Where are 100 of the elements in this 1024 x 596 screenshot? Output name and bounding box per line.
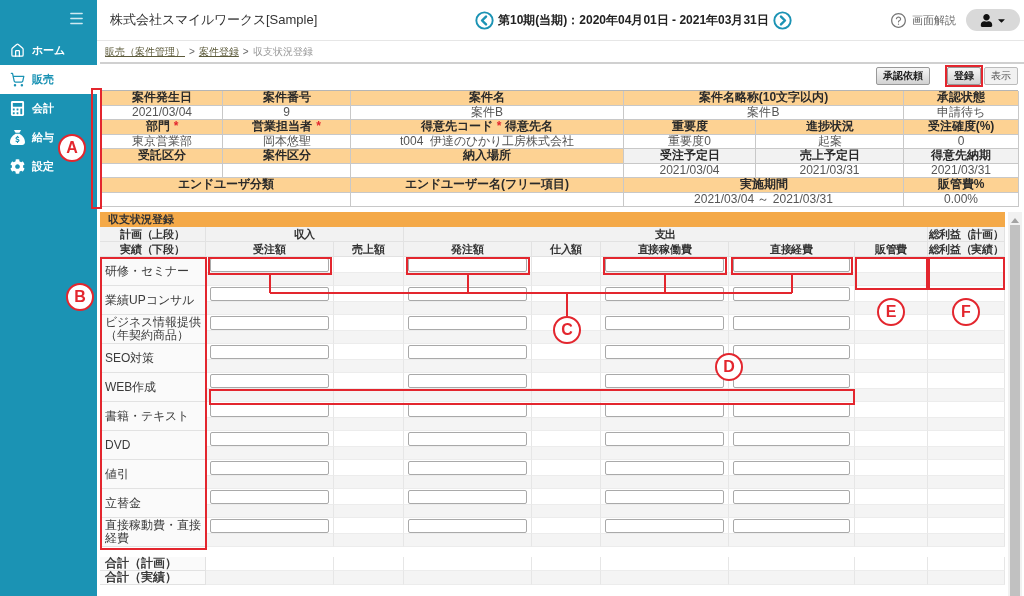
input-field[interactable] [210, 519, 329, 533]
table-header-cell: 売上額 [334, 242, 404, 257]
input-field[interactable] [733, 287, 850, 301]
table-cell [334, 331, 404, 344]
table-cell [532, 505, 601, 518]
input-field[interactable] [605, 345, 724, 359]
table-header-cell: 仕入額 [532, 242, 601, 257]
input-field[interactable] [210, 345, 329, 359]
view-button[interactable]: 表示 [984, 67, 1018, 85]
required-mark: * [173, 120, 179, 134]
input-field[interactable] [605, 316, 724, 330]
input-field[interactable] [733, 316, 850, 330]
row-label: ビジネス情報提供（年契約商品） [100, 315, 206, 344]
table-header-cell: 直接稼働費 [601, 242, 729, 257]
approval-request-button[interactable]: 承認依頼 [876, 67, 930, 85]
table-header-cell: 承認状態 [904, 91, 1019, 106]
next-period-button[interactable] [772, 10, 792, 30]
input-field[interactable] [210, 374, 329, 388]
chevron-right-icon [772, 10, 792, 30]
input-field[interactable] [733, 432, 850, 446]
input-field[interactable] [210, 461, 329, 475]
help-button[interactable]: 画面解説 [890, 11, 956, 29]
table-header-cell: 案件名 [351, 91, 624, 106]
input-field[interactable] [733, 374, 850, 388]
row-label: 合計（実績） [100, 571, 206, 585]
row-label: DVD [100, 431, 206, 460]
cart-icon [10, 72, 25, 87]
table-cell [532, 534, 601, 547]
input-field[interactable] [210, 432, 329, 446]
help-icon [890, 11, 907, 29]
table-header-cell: 案件名略称(10文字以内) [624, 91, 904, 106]
table-header-cell: 直接経費 [729, 242, 855, 257]
input-field[interactable] [733, 519, 850, 533]
column-label: 部門 [145, 120, 170, 134]
table-header-cell: 進捗状況 [756, 120, 904, 135]
person-icon [979, 13, 993, 27]
table-cell [334, 360, 404, 373]
sidebar-item[interactable]: 設定 [0, 152, 57, 181]
input-field[interactable] [408, 345, 527, 359]
table-header-cell: 納入場所 [351, 149, 624, 164]
input-field[interactable] [408, 374, 527, 388]
input-field[interactable] [733, 345, 850, 359]
home-icon [10, 43, 25, 58]
table-cell [334, 447, 404, 460]
table-header-cell: 受注額 [206, 242, 334, 257]
user-menu-button[interactable] [966, 9, 1020, 31]
breadcrumb-current: 収支状況登録 [252, 44, 313, 59]
table-header-cell: 販管費% [904, 178, 1019, 193]
table-cell [532, 447, 601, 460]
input-field[interactable] [408, 519, 527, 533]
input-field[interactable] [605, 490, 724, 504]
input-field[interactable] [605, 519, 724, 533]
table-header-cell: 案件番号 [223, 91, 351, 106]
table-cell [334, 557, 404, 571]
table-cell [532, 557, 601, 571]
register-button[interactable]: 登録 [947, 67, 981, 85]
table-header-cell: 案件区分 [223, 149, 351, 164]
previous-period-button[interactable] [475, 10, 494, 30]
scroll-up-icon[interactable] [1011, 218, 1019, 223]
breadcrumb-link[interactable]: 案件登録 [198, 44, 239, 59]
table-header-cell: 受注予定日 [624, 149, 756, 164]
column-label: 得意先名 [505, 120, 554, 134]
table-cell [334, 534, 404, 547]
table-header-cell: エンドユーザー名(フリー項目) [351, 178, 624, 193]
input-field[interactable] [733, 490, 850, 504]
table-header-cell: 売上予定日 [756, 149, 904, 164]
table-header-cell: 総利益（実績） [928, 242, 1005, 257]
input-field[interactable] [605, 432, 724, 446]
table-header-cell: 総利益（計画） [928, 227, 1005, 242]
input-field[interactable] [210, 287, 329, 301]
required-mark: * [316, 120, 321, 134]
money-bag-icon [10, 130, 25, 145]
breadcrumb-link[interactable]: 販売（案件管理） [105, 44, 185, 59]
table-header-cell: 実施期間 [624, 178, 904, 193]
input-field[interactable] [408, 432, 527, 446]
table-header-cell: 案件発生日 [102, 91, 223, 106]
scrollbar-thumb[interactable] [1010, 225, 1020, 596]
fiscal-period: 第10期(当期)：2020年04月01日 - 2021年03月31日 [498, 11, 769, 29]
input-field[interactable] [605, 461, 724, 475]
input-field[interactable] [733, 461, 850, 475]
sidebar-item[interactable]: ホーム [0, 36, 68, 65]
input-field[interactable] [210, 490, 329, 504]
input-field[interactable] [408, 461, 527, 475]
input-field[interactable] [408, 490, 527, 504]
sidebar-item[interactable]: 給与 [0, 123, 57, 152]
company-name: 株式会社スマイルワークス[Sample] [110, 11, 319, 29]
sidebar-item[interactable]: 会計 [0, 94, 57, 123]
scrollbar[interactable] [1008, 212, 1022, 596]
input-field[interactable] [210, 316, 329, 330]
table-header-cell: 計画（上段） [100, 227, 206, 242]
input-field[interactable] [605, 374, 724, 388]
table-cell [334, 302, 404, 315]
table-header-cell: 得意先納期 [904, 149, 1019, 164]
row-label: 値引 [100, 460, 206, 489]
table-cell [532, 360, 601, 373]
input-field[interactable] [408, 316, 527, 330]
sidebar-item[interactable]: 販売 [0, 65, 97, 94]
settings-icon [10, 159, 25, 174]
row-label: 研修・セミナー [100, 257, 206, 286]
table-header-cell: 受託区分 [102, 149, 223, 164]
